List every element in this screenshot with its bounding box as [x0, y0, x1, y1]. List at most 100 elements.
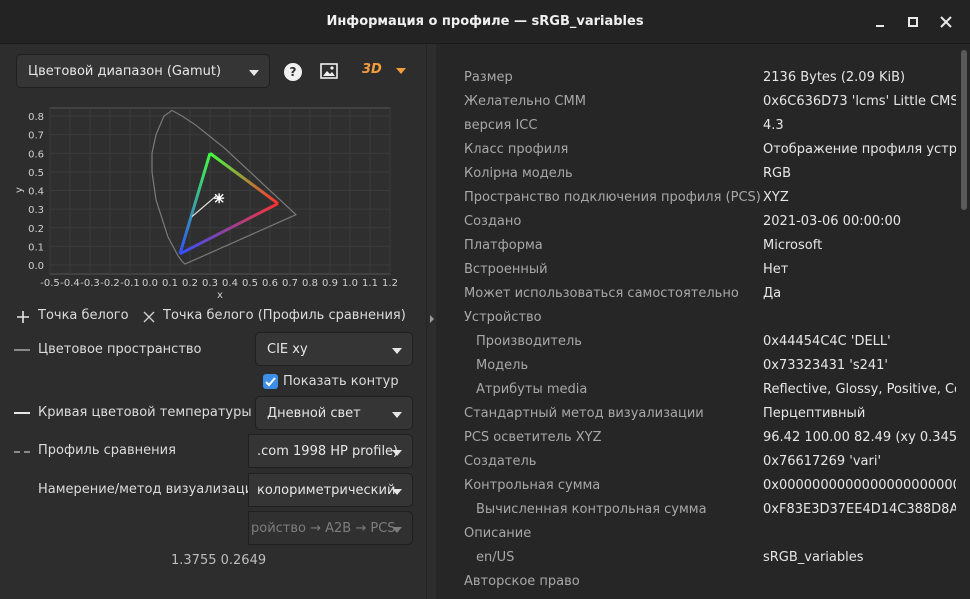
cct-combo[interactable]: Дневной свет — [255, 396, 413, 430]
show-outline-checkbox[interactable] — [263, 374, 278, 389]
property-value: 2021-03-06 00:00:00 — [763, 214, 902, 229]
property-key: Встроенный — [464, 262, 548, 277]
property-row[interactable]: Стандартный метод визуализации Перцептивн… — [464, 402, 964, 426]
property-key: Может использоваться самостоятельно — [464, 286, 739, 301]
property-row[interactable]: Вычисленная контрольная сумма 0xF83E3D37E… — [464, 498, 964, 522]
property-value: Нет — [763, 262, 789, 277]
property-row[interactable]: Колірна модель RGB — [464, 162, 964, 186]
line-style-dashed-icon — [14, 451, 30, 453]
image-icon[interactable] — [320, 63, 338, 83]
property-value: 0x6C636D73 'lcms' Little CMS — [763, 94, 959, 109]
property-row[interactable]: Атрибуты media Reflective, Glossy, Positi… — [464, 378, 970, 402]
whitepoint-marker — [214, 193, 225, 204]
x-tick-label: 0.9 — [322, 278, 338, 289]
y-tick-label: 0.1 — [28, 242, 44, 253]
maximize-button[interactable] — [903, 12, 923, 32]
whitepoint-ref-label: Точка белого (Профиль сравнения) — [163, 308, 406, 323]
property-value: Reflective, Glossy, Positive, Colo — [763, 382, 970, 397]
scrollbar[interactable] — [956, 44, 970, 599]
3d-button[interactable]: 3D — [362, 62, 382, 77]
property-key: Модель — [476, 358, 529, 373]
ref-profile-value: .com 1998 HP profile) — [257, 444, 399, 459]
chevron-down-icon — [392, 527, 402, 533]
property-row[interactable]: PCS осветитель XYZ 96.42 100.00 82.49 (xy… — [464, 426, 965, 450]
y-axis-label: y — [14, 187, 25, 193]
property-value: 0xF83E3D37EE4D14C388D8A — [763, 502, 959, 517]
property-key: Стандартный метод визуализации — [464, 406, 704, 421]
property-row[interactable]: версия ICC 4.3 — [464, 114, 964, 138]
x-tick-label: 0.7 — [282, 278, 298, 289]
property-value: 0x73323431 's241' — [763, 358, 888, 373]
colorspace-label: Цветовое пространство — [38, 342, 202, 357]
property-row[interactable]: Описание — [464, 522, 964, 546]
cct-label: Кривая цветовой температуры — [38, 405, 252, 420]
x-tick-label: 0.2 — [182, 278, 198, 289]
property-row[interactable]: en/US sRGB_variables — [464, 546, 964, 570]
x-tick-label: 1.2 — [382, 278, 398, 289]
colorspace-value: CIE xy — [267, 342, 308, 357]
property-row[interactable]: Устройство — [464, 306, 964, 330]
gamut-chart[interactable]: -0.5 -0.4 -0.3 -0.2 -0.1 0.0 0.1 0.2 0.3 0.4 0.5 0.… — [0, 100, 426, 300]
cross-icon — [143, 311, 155, 323]
view-mode-combo[interactable]: Цветовой диапазон (Gamut) — [16, 54, 270, 88]
splitter-handle[interactable] — [426, 44, 436, 599]
property-key: Пространство подключения профиля (PCS) — [464, 190, 761, 205]
y-tick-label: 0.7 — [28, 131, 44, 142]
x-tick-label: 0.3 — [202, 278, 218, 289]
property-row[interactable]: Контрольная сумма 0x000000000000000000000… — [464, 474, 970, 498]
property-value: Перцептивный — [763, 406, 866, 421]
close-button[interactable] — [936, 12, 956, 32]
cursor-coords: 1.3755 0.2649 — [171, 553, 267, 568]
property-key: версия ICC — [464, 118, 538, 133]
x-tick-label: 0.5 — [242, 278, 258, 289]
colorspace-combo[interactable]: CIE xy — [255, 332, 413, 366]
property-key: Вычисленная контрольная сумма — [476, 502, 707, 517]
property-value: 0x000000000000000000000000 — [763, 478, 970, 493]
x-tick-label: 0.4 — [222, 278, 238, 289]
property-row[interactable]: Желательно CMM 0x6C636D73 'lcms' Little C… — [464, 90, 964, 114]
property-value: Отображение профиля устрой — [763, 142, 970, 157]
pipeline-combo[interactable]: ройство → A2B → PCS — [248, 511, 413, 545]
line-style-bold-icon — [14, 412, 30, 414]
y-tick-label: 0.4 — [28, 187, 44, 198]
property-row[interactable]: Модель 0x73323431 's241' — [464, 354, 964, 378]
whitepoint-label: Точка белого — [38, 308, 129, 323]
property-row[interactable]: Может использоваться самостоятельно Да — [464, 282, 964, 306]
x-tick-label: -0.3 — [80, 278, 100, 289]
property-row[interactable]: Встроенный Нет — [464, 258, 964, 282]
property-row[interactable]: Размер 2136 Bytes (2.09 KiB) — [464, 66, 964, 90]
minimize-button[interactable] — [870, 12, 890, 32]
ref-profile-combo[interactable]: .com 1998 HP profile) — [248, 434, 413, 468]
property-key: Описание — [464, 526, 532, 541]
help-icon[interactable]: ? — [284, 63, 302, 81]
title-bar: Информация о профиле — sRGB_variables — [0, 0, 970, 44]
property-row[interactable]: Пространство подключения профиля (PCS) XY… — [464, 186, 964, 210]
property-row[interactable]: Класс профиля Отображение профиля устрой — [464, 138, 970, 162]
chevron-down-icon — [392, 412, 402, 418]
property-value: RGB — [763, 166, 792, 181]
property-row[interactable]: Авторское право — [464, 570, 964, 594]
intent-combo[interactable]: колориметрический — [248, 473, 413, 507]
property-value: Microsoft — [763, 238, 823, 253]
y-tick-label: 0.2 — [28, 224, 44, 235]
chevron-down-icon — [392, 450, 402, 456]
x-tick-label: 0.6 — [262, 278, 278, 289]
property-row[interactable]: Создано 2021-03-06 00:00:00 — [464, 210, 964, 234]
property-row[interactable]: Производитель 0x44454C4C 'DELL' — [464, 330, 964, 354]
y-tick-label: 0.0 — [28, 261, 44, 272]
property-key: Платформа — [464, 238, 543, 253]
scrollbar-thumb[interactable] — [961, 50, 967, 210]
property-key: Создано — [464, 214, 522, 229]
property-value: 2136 Bytes (2.09 KiB) — [763, 70, 906, 85]
minimize-icon — [876, 25, 884, 27]
property-row[interactable]: Создатель 0x76617269 'vari' — [464, 450, 964, 474]
chevron-down-icon — [249, 70, 259, 76]
property-key: Размер — [464, 70, 513, 85]
property-key: Атрибуты media — [476, 382, 588, 397]
x-tick-label: 0.0 — [142, 278, 158, 289]
view-mode-value: Цветовой диапазон (Gamut) — [28, 64, 222, 79]
property-key: en/US — [476, 550, 515, 565]
chevron-down-icon[interactable] — [396, 68, 406, 74]
property-value: 0x44454C4C 'DELL' — [763, 334, 891, 349]
property-row[interactable]: Платформа Microsoft — [464, 234, 964, 258]
